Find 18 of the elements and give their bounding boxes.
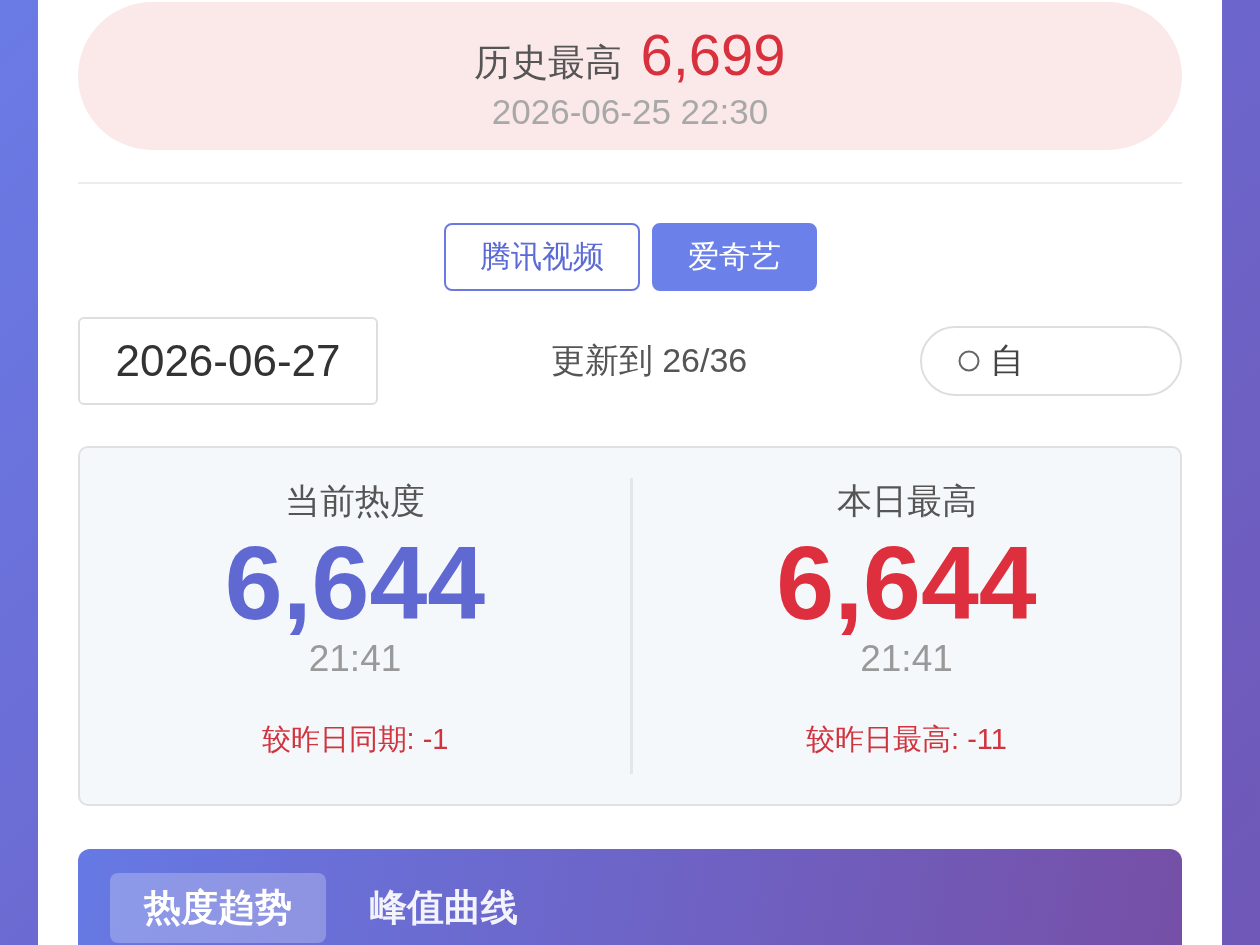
update-status: 更新到 26/36 — [550, 340, 748, 381]
platform-tab[interactable]: 爱奇艺 — [651, 223, 817, 291]
chart-tab[interactable]: 热度趋势 — [110, 873, 326, 943]
stat-comparison: 较昨日同期: -1 — [261, 722, 449, 758]
stat-value: 6,644 — [776, 529, 1037, 639]
stat-time: 21:41 — [308, 638, 402, 681]
record-label: 历史最高 — [474, 40, 623, 85]
date-field[interactable]: 2026-06-27 — [78, 317, 378, 405]
chart-tab[interactable]: 峰值曲线 — [336, 873, 552, 943]
stat-label: 本日最高 — [836, 480, 977, 522]
stat-comparison: 较昨日最高: -11 — [806, 722, 1007, 758]
stat-label: 当前热度 — [285, 480, 425, 522]
record-time: 2026-06-25 22:30 — [491, 91, 769, 132]
stat-time: 21:41 — [860, 638, 953, 681]
platform-tab[interactable]: 腾讯视频 — [443, 223, 640, 291]
radio-toggle[interactable]: 自 — [920, 326, 1182, 396]
stat-value: 6,644 — [224, 529, 486, 639]
record-value: 6,699 — [640, 20, 786, 88]
